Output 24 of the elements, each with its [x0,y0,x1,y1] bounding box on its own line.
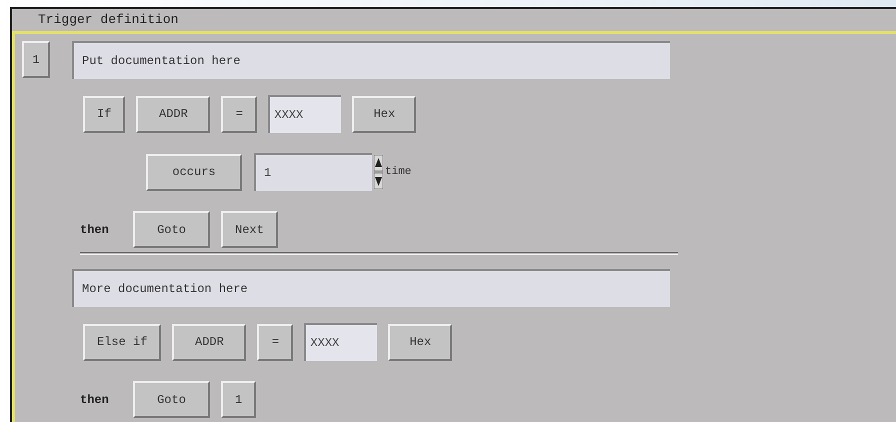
then-label: then [80,222,110,238]
operand-button[interactable]: ADDR [136,96,210,132]
operator-button[interactable]: = [257,324,294,360]
target-button[interactable]: 1 [221,381,256,418]
operand-button[interactable]: ADDR [172,324,246,360]
operator-button[interactable]: = [221,96,258,132]
base-button[interactable]: Hex [388,324,452,360]
panel-title: Trigger definition [38,11,178,30]
occurs-count-field[interactable]: 1 [254,153,372,191]
value-field[interactable]: XXXX [268,95,342,133]
spinner-icon[interactable] [374,155,383,189]
documentation-field[interactable]: Put documentation here [72,41,670,79]
documentation-field[interactable]: More documentation here [72,269,670,307]
condition-keyword-button[interactable]: If [83,96,126,132]
condition-keyword-button[interactable]: Else if [83,324,162,360]
action-button[interactable]: Goto [133,381,210,418]
occurs-button[interactable]: occurs [146,154,242,190]
value-field[interactable]: XXXX [304,323,378,361]
occurs-unit-label: time [385,164,412,180]
target-button[interactable]: Next [221,211,278,248]
step-number-button[interactable]: 1 [22,41,50,78]
action-button[interactable]: Goto [133,211,210,248]
base-button[interactable]: Hex [352,96,416,132]
then-label: then [80,392,110,408]
